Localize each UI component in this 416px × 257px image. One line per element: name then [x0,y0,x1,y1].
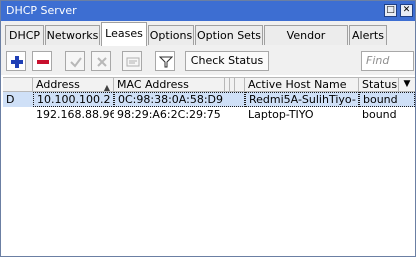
title-bar[interactable]: DHCP Server □ ✕ [1,1,415,21]
tab-alerts[interactable]: Alerts [349,25,387,45]
tab-strip: DHCP Networks Leases Options Option Sets… [1,21,415,67]
maximize-button[interactable]: □ [384,4,397,17]
table-header: Address ▲ MAC Address Active Host Name S… [3,77,415,92]
table-row[interactable]: D 10.100.100.2 0C:98:38:0A:58:D9 Redmi5A… [3,92,415,107]
tab-option-sets[interactable]: Option Sets [195,25,263,45]
column-chooser-icon[interactable]: ▼ [399,78,415,92]
dhcp-server-window: DHCP Server □ ✕ DHCP Networks Leases Opt… [0,0,416,257]
col-address-label: Address [36,78,80,91]
col-mac-address[interactable]: MAC Address [114,78,225,92]
tab-options[interactable]: Options [148,25,194,45]
add-icon [11,56,23,68]
remove-icon [37,60,49,64]
cell-flag [3,107,33,122]
col-address[interactable]: Address ▲ [33,78,114,92]
comment-button[interactable] [122,51,142,71]
cell-status: bound [362,108,397,121]
filter-button[interactable] [155,51,175,71]
cell-mac-address: 98:29:A6:2C:29:75 [117,108,221,121]
col-hidden-3[interactable] [235,78,245,92]
cell-status: bound [359,92,415,107]
col-status[interactable]: Status [359,78,399,92]
enable-icon [70,57,82,68]
disable-icon [97,57,107,67]
tab-leases[interactable]: Leases [101,22,147,46]
sort-ascending-icon: ▲ [103,83,110,92]
close-button[interactable]: ✕ [400,4,413,17]
remove-button[interactable] [32,51,52,71]
window-title: DHCP Server [6,4,77,17]
tab-networks[interactable]: Networks [45,25,100,45]
col-active-host-name[interactable]: Active Host Name [245,78,359,92]
cell-host-name: Laptop-TIYO [248,108,314,121]
find-input[interactable]: Find [361,51,414,71]
col-flag[interactable] [3,78,33,92]
cell-flag: D [6,93,15,106]
tab-vendor-classes[interactable]: Vendor Classes [264,25,348,61]
comment-icon [126,57,140,67]
toolbar: Check Status Find [1,47,415,75]
filter-icon [159,56,173,68]
cell-mac-address: 0C:98:38:0A:58:D9 [114,92,245,107]
leases-table: Address ▲ MAC Address Active Host Name S… [3,77,415,256]
cell-address: 10.100.100.2 [33,92,114,107]
add-button[interactable] [6,51,26,71]
cell-address: 192.168.88.96 [36,108,114,121]
check-status-button[interactable]: Check Status [185,51,269,71]
enable-button[interactable] [65,51,85,71]
table-row[interactable]: 192.168.88.96 98:29:A6:2C:29:75 Laptop-T… [3,107,415,122]
disable-button[interactable] [91,51,111,71]
cell-host-name: Redmi5A-SulihTiyo- [245,92,359,107]
tab-dhcp[interactable]: DHCP [5,25,44,45]
